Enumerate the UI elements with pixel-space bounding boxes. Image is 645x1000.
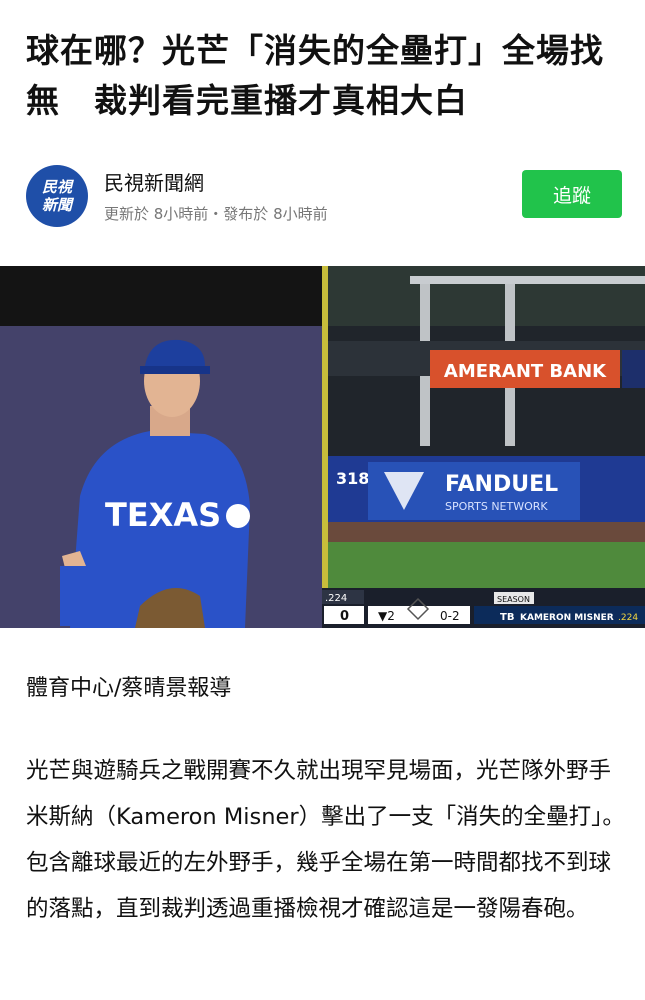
scorebug-away-runs: 0 — [340, 609, 349, 624]
fanduel-sub: SPORTS NETWORK — [445, 500, 548, 513]
scorebug-season-label: SEASON — [497, 595, 530, 604]
article-body: 光芒與遊騎兵之戰開賽不久就出現罕見場面，光芒隊外野手米斯納（Kameron Mi… — [26, 758, 625, 922]
scorebug-batter: KAMERON MISNER — [520, 613, 614, 623]
logo-line-2: 新聞 — [41, 196, 72, 214]
wall-distance: 318 — [336, 469, 369, 488]
logo-line-1: 民視 — [41, 178, 72, 196]
bank-sign: AMERANT BANK — [444, 361, 607, 382]
scorebug-batter-avg: .224 — [618, 613, 638, 623]
scorebug-team: TB — [500, 612, 514, 623]
publisher-logo[interactable]: 民視 新聞 — [26, 165, 88, 227]
article-photo[interactable]: TEXAS AMERANT BANK 318 FANDUEL SPORTS NE… — [0, 266, 645, 628]
scorebug-inning: ▼2 — [378, 609, 395, 623]
follow-button[interactable]: 追蹤 — [522, 170, 622, 218]
photo-illustration: TEXAS AMERANT BANK 318 FANDUEL SPORTS NE… — [0, 266, 645, 628]
source-row: 民視 新聞 民視新聞網 更新於 8小時前・發布於 8小時前 追蹤 — [26, 165, 622, 227]
article-byline: 體育中心/蔡晴景報導 — [26, 676, 232, 701]
scorebug-count: 0-2 — [440, 609, 460, 623]
fanduel-sign: FANDUEL — [445, 472, 558, 497]
jersey-text: TEXAS — [105, 496, 221, 534]
article-headline: 球在哪？光芒「消失的全壘打」全場找無 裁判看完重播才真相大白 — [26, 31, 604, 120]
publisher-name[interactable]: 民視新聞網 — [104, 167, 204, 196]
scorebug-away-avg: .224 — [325, 593, 347, 604]
publish-timestamp: 更新於 8小時前・發布於 8小時前 — [104, 205, 328, 223]
